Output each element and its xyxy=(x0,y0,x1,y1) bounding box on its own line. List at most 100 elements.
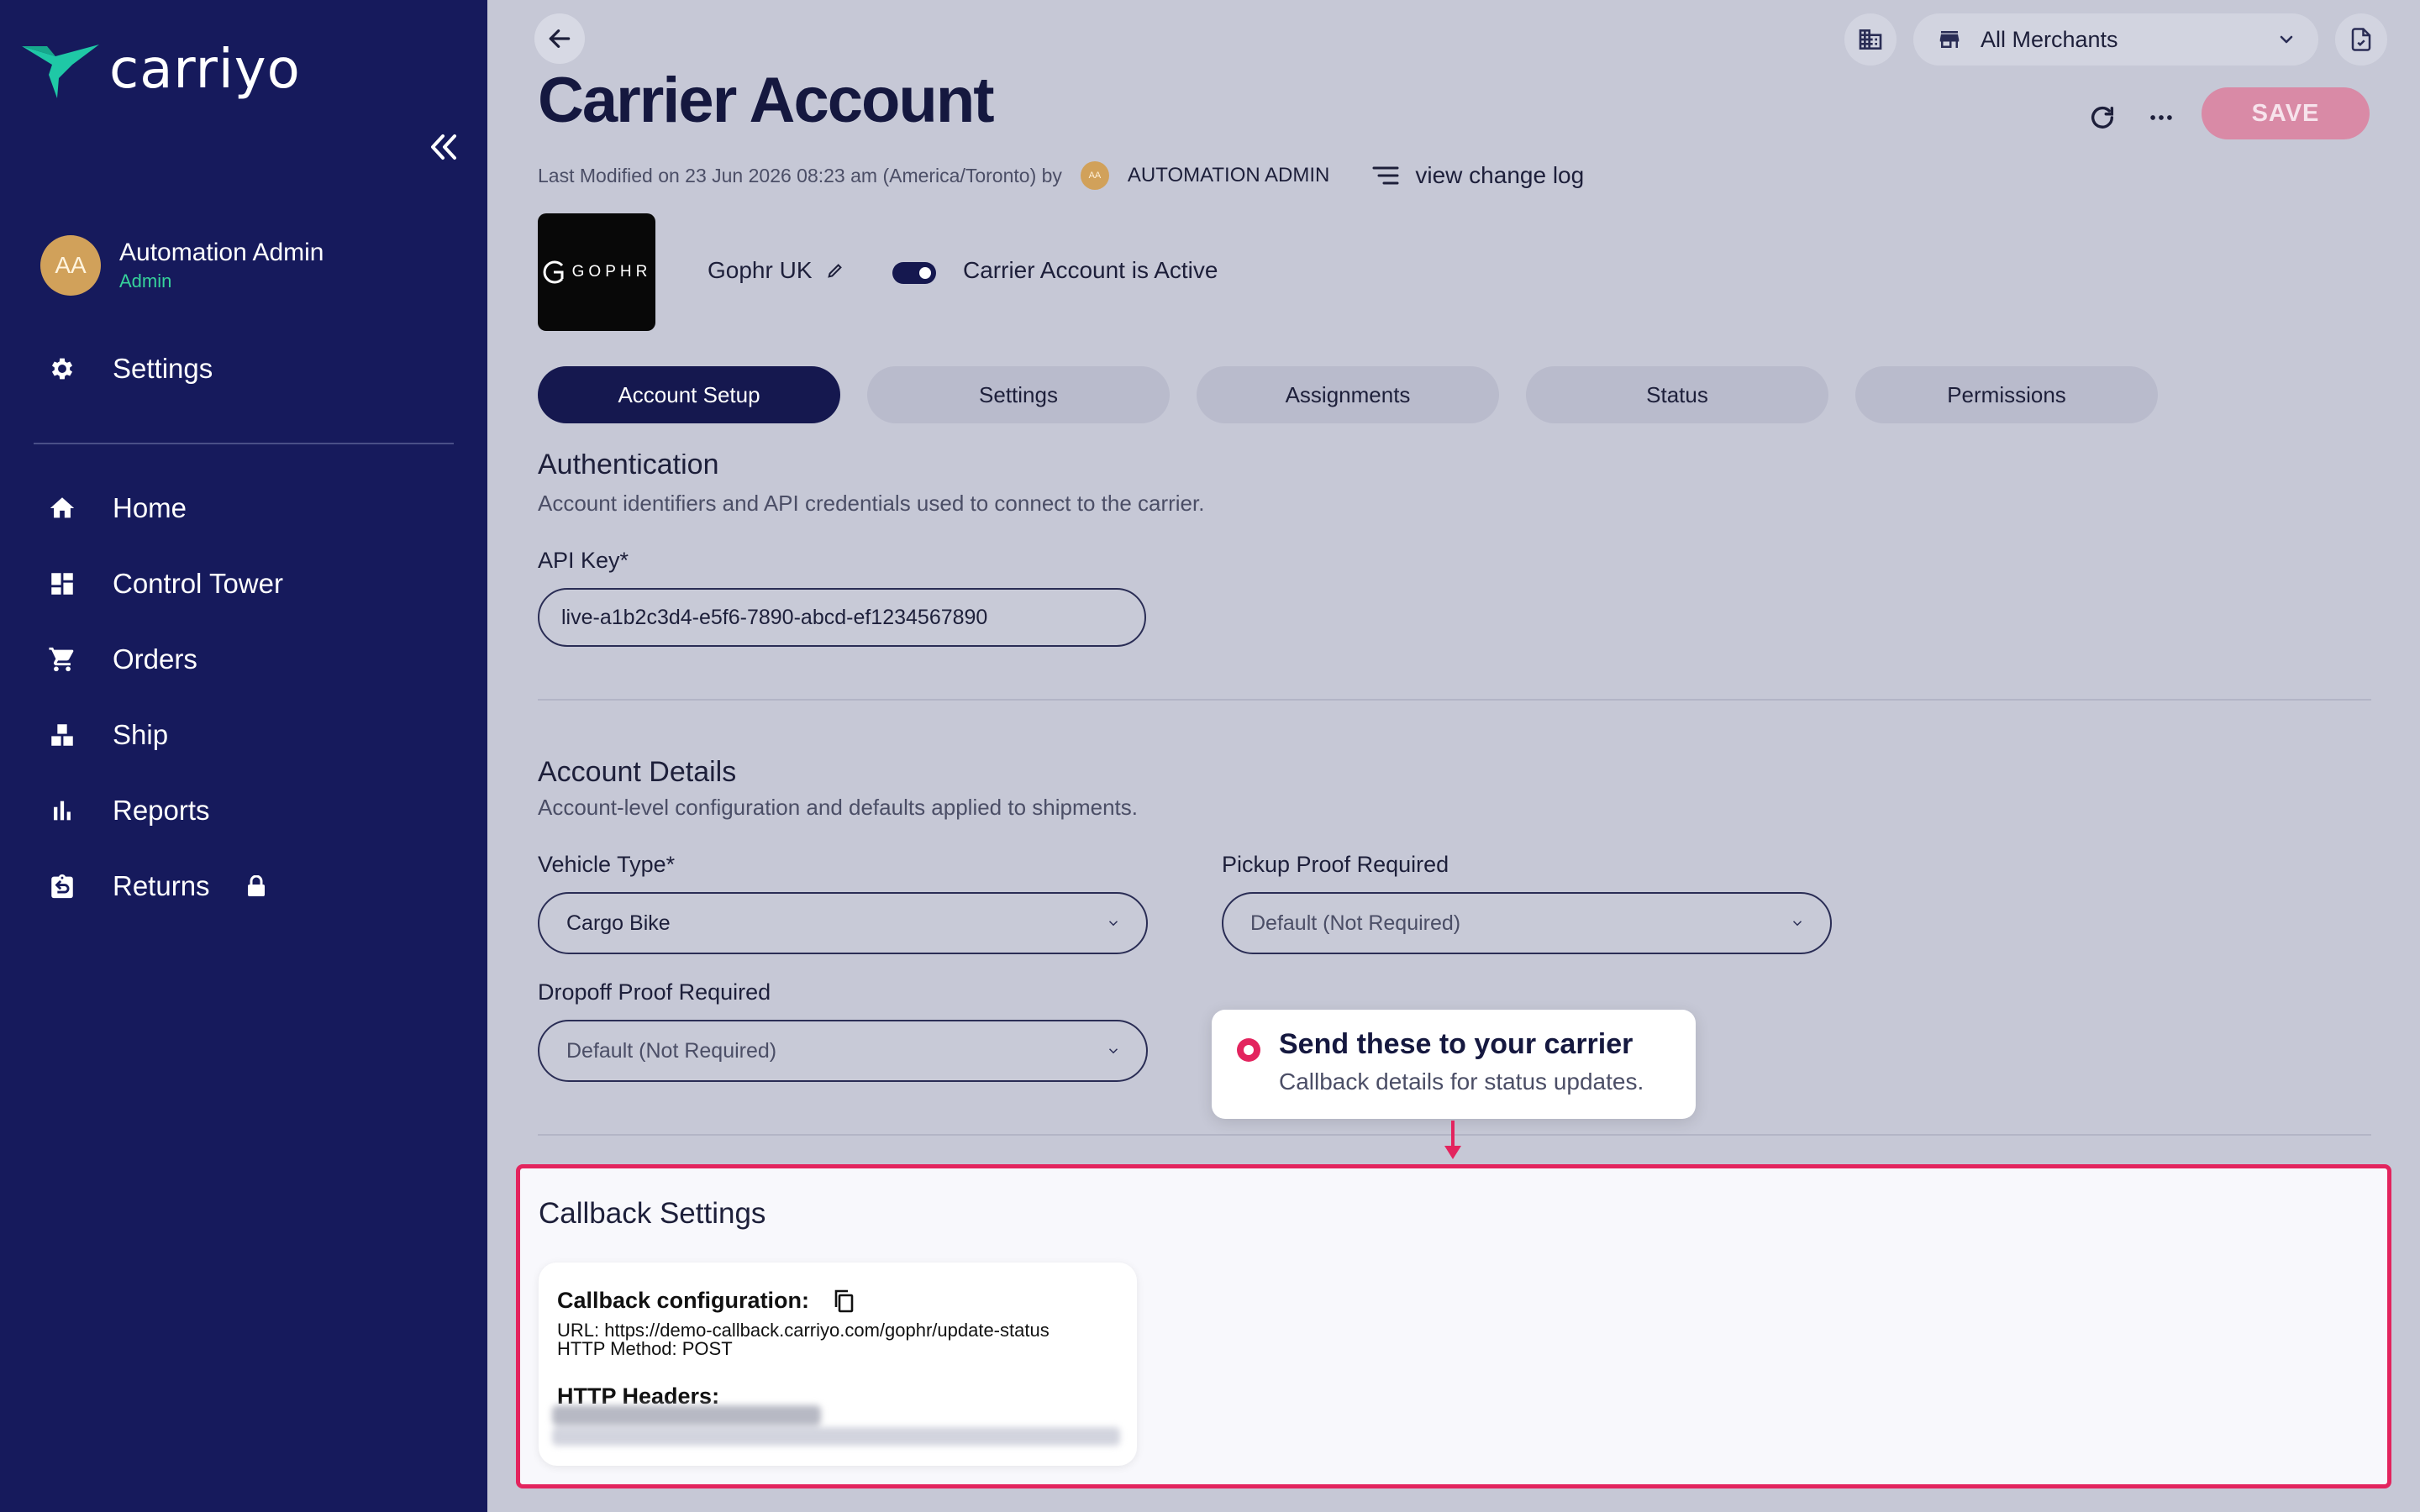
callout-arrow-line xyxy=(1451,1121,1455,1149)
callback-method: HTTP Method: POST xyxy=(557,1338,733,1359)
more-horizontal-icon xyxy=(2150,115,2172,120)
tab-settings[interactable]: Settings xyxy=(867,366,1170,423)
returns-icon xyxy=(47,871,77,901)
sidebar-item-label: Home xyxy=(113,492,187,523)
sidebar-divider xyxy=(34,443,454,444)
sidebar-item-label: Returns xyxy=(113,870,210,901)
store-icon xyxy=(1939,31,1960,48)
callback-config-card: Callback configuration: URL: https://dem… xyxy=(539,1263,1137,1466)
callback-config-label: Callback configuration: xyxy=(557,1288,810,1313)
sidebar-item-orders[interactable]: Orders xyxy=(47,643,197,675)
toggle-knob xyxy=(919,267,931,279)
redacted-headers xyxy=(552,1405,1123,1449)
pickup-proof-label: Pickup Proof Required xyxy=(1222,852,1449,877)
carrier-active-toggle[interactable] xyxy=(892,262,936,284)
carrier-logo: GOPHR xyxy=(538,213,655,331)
list-icon xyxy=(1372,166,1399,185)
authentication-section-title: Authentication xyxy=(538,454,1378,484)
callout-arrow-icon xyxy=(1444,1146,1461,1159)
sidebar-item-control-tower[interactable]: Control Tower xyxy=(47,568,283,600)
gophr-mark-icon xyxy=(543,260,564,284)
merchant-selector-label: All Merchants xyxy=(1981,26,2118,52)
back-button[interactable] xyxy=(534,13,585,64)
pencil-icon[interactable] xyxy=(826,261,844,280)
callout-tooltip: Send these to your carrier Callback deta… xyxy=(1212,1010,1696,1119)
sidebar-item-label: Settings xyxy=(113,353,213,384)
tab-account-setup[interactable]: Account Setup xyxy=(538,366,840,423)
vehicle-type-label: Vehicle Type* xyxy=(538,852,676,877)
vehicle-type-select[interactable]: Cargo Bike xyxy=(538,892,1148,954)
tab-assignments[interactable]: Assignments xyxy=(1197,366,1499,423)
collapse-sidebar-icon[interactable] xyxy=(424,128,463,166)
callback-settings-section: Callback Settings Callback configuration… xyxy=(516,1164,2391,1488)
save-button[interactable]: SAVE xyxy=(2202,87,2370,139)
more-options-button[interactable] xyxy=(2143,99,2180,136)
pickup-proof-select[interactable]: Default (Not Required) xyxy=(1222,892,1832,954)
account-details-title: Account Details xyxy=(538,756,737,788)
view-change-log-link[interactable]: view change log xyxy=(1371,162,1584,189)
sidebar-item-label: Control Tower xyxy=(113,568,283,599)
dashboard-icon xyxy=(47,569,77,599)
account-details-subtitle: Account-level configuration and defaults… xyxy=(538,795,1138,820)
dropoff-proof-value: Default (Not Required) xyxy=(566,1038,777,1063)
carrier-name[interactable]: Gophr UK xyxy=(708,257,844,284)
chevron-down-icon xyxy=(1108,921,1118,927)
dropoff-proof-label: Dropoff Proof Required xyxy=(538,979,771,1005)
refresh-button[interactable] xyxy=(2084,99,2121,136)
authentication-title: Authentication xyxy=(538,454,719,480)
arrow-left-icon xyxy=(549,29,571,48)
vehicle-type-value: Cargo Bike xyxy=(566,911,671,935)
lock-icon xyxy=(247,875,266,897)
carrier-logo-text: GOPHR xyxy=(571,263,652,281)
last-modified-info: Last Modified on 23 Jun 2026 08:23 am (A… xyxy=(538,161,1584,190)
tab-bar: Account Setup Settings Assignments Statu… xyxy=(538,366,2185,423)
tab-status[interactable]: Status xyxy=(1526,366,1828,423)
building-icon xyxy=(1859,29,1882,50)
sidebar-item-home[interactable]: Home xyxy=(47,492,187,524)
gear-icon xyxy=(47,354,77,384)
api-key-value: live-a1b2c3d4-e5f6-7890-abcd-ef123456789… xyxy=(561,605,988,629)
sidebar-item-label: Reports xyxy=(113,795,210,826)
sidebar-item-settings[interactable]: Settings xyxy=(47,353,213,385)
modified-by-user: AUTOMATION ADMIN xyxy=(1127,164,1330,186)
section-divider xyxy=(538,699,2371,701)
callout-subtitle: Callback details for status updates. xyxy=(1279,1068,1644,1095)
api-key-label: API Key* xyxy=(538,548,629,573)
chevron-down-icon xyxy=(2280,35,2293,44)
chevron-down-icon xyxy=(1108,1048,1118,1054)
avatar: AA xyxy=(40,235,101,296)
organization-button[interactable] xyxy=(1844,13,1897,66)
pickup-proof-value: Default (Not Required) xyxy=(1250,911,1461,935)
sidebar-item-returns[interactable]: Returns xyxy=(47,870,266,902)
authentication-subtitle: Account identifiers and API credentials … xyxy=(538,491,1205,516)
carrier-active-label: Carrier Account is Active xyxy=(963,257,1218,283)
api-key-field[interactable]: live-a1b2c3d4-e5f6-7890-abcd-ef123456789… xyxy=(538,588,1146,647)
tab-permissions[interactable]: Permissions xyxy=(1855,366,2158,423)
user-name: Automation Admin xyxy=(119,239,324,266)
chevron-down-icon xyxy=(1792,921,1802,927)
sidebar-item-reports[interactable]: Reports xyxy=(47,795,210,827)
sidebar-item-label: Ship xyxy=(113,719,169,750)
merchant-selector[interactable]: All Merchants xyxy=(1913,13,2318,66)
avatar: AA xyxy=(1080,161,1109,190)
carrier-name-label: Gophr UK xyxy=(708,257,813,283)
carriyo-logo[interactable]: carriyo xyxy=(22,39,301,101)
sidebar-item-ship[interactable]: Ship xyxy=(47,719,168,751)
bar-chart-icon xyxy=(47,795,77,826)
changelog-label: view change log xyxy=(1415,162,1585,188)
cart-icon xyxy=(47,644,77,675)
callout-title: Send these to your carrier xyxy=(1279,1028,1634,1060)
home-icon xyxy=(47,493,77,523)
section-divider xyxy=(538,1134,2371,1136)
copy-icon[interactable] xyxy=(833,1289,855,1314)
carriyo-bird-icon xyxy=(22,45,99,98)
dropoff-proof-select[interactable]: Default (Not Required) xyxy=(538,1020,1148,1082)
brand-name: carriyo xyxy=(109,39,301,101)
sidebar: carriyo AA Automation Admin Admin Settin… xyxy=(0,0,487,1512)
user-profile[interactable]: AA Automation Admin Admin xyxy=(40,235,324,296)
document-check-icon xyxy=(2351,28,2371,51)
document-button[interactable] xyxy=(2335,13,2387,66)
sidebar-item-label: Orders xyxy=(113,643,197,675)
ship-icon xyxy=(47,720,77,750)
refresh-icon xyxy=(2091,106,2114,129)
